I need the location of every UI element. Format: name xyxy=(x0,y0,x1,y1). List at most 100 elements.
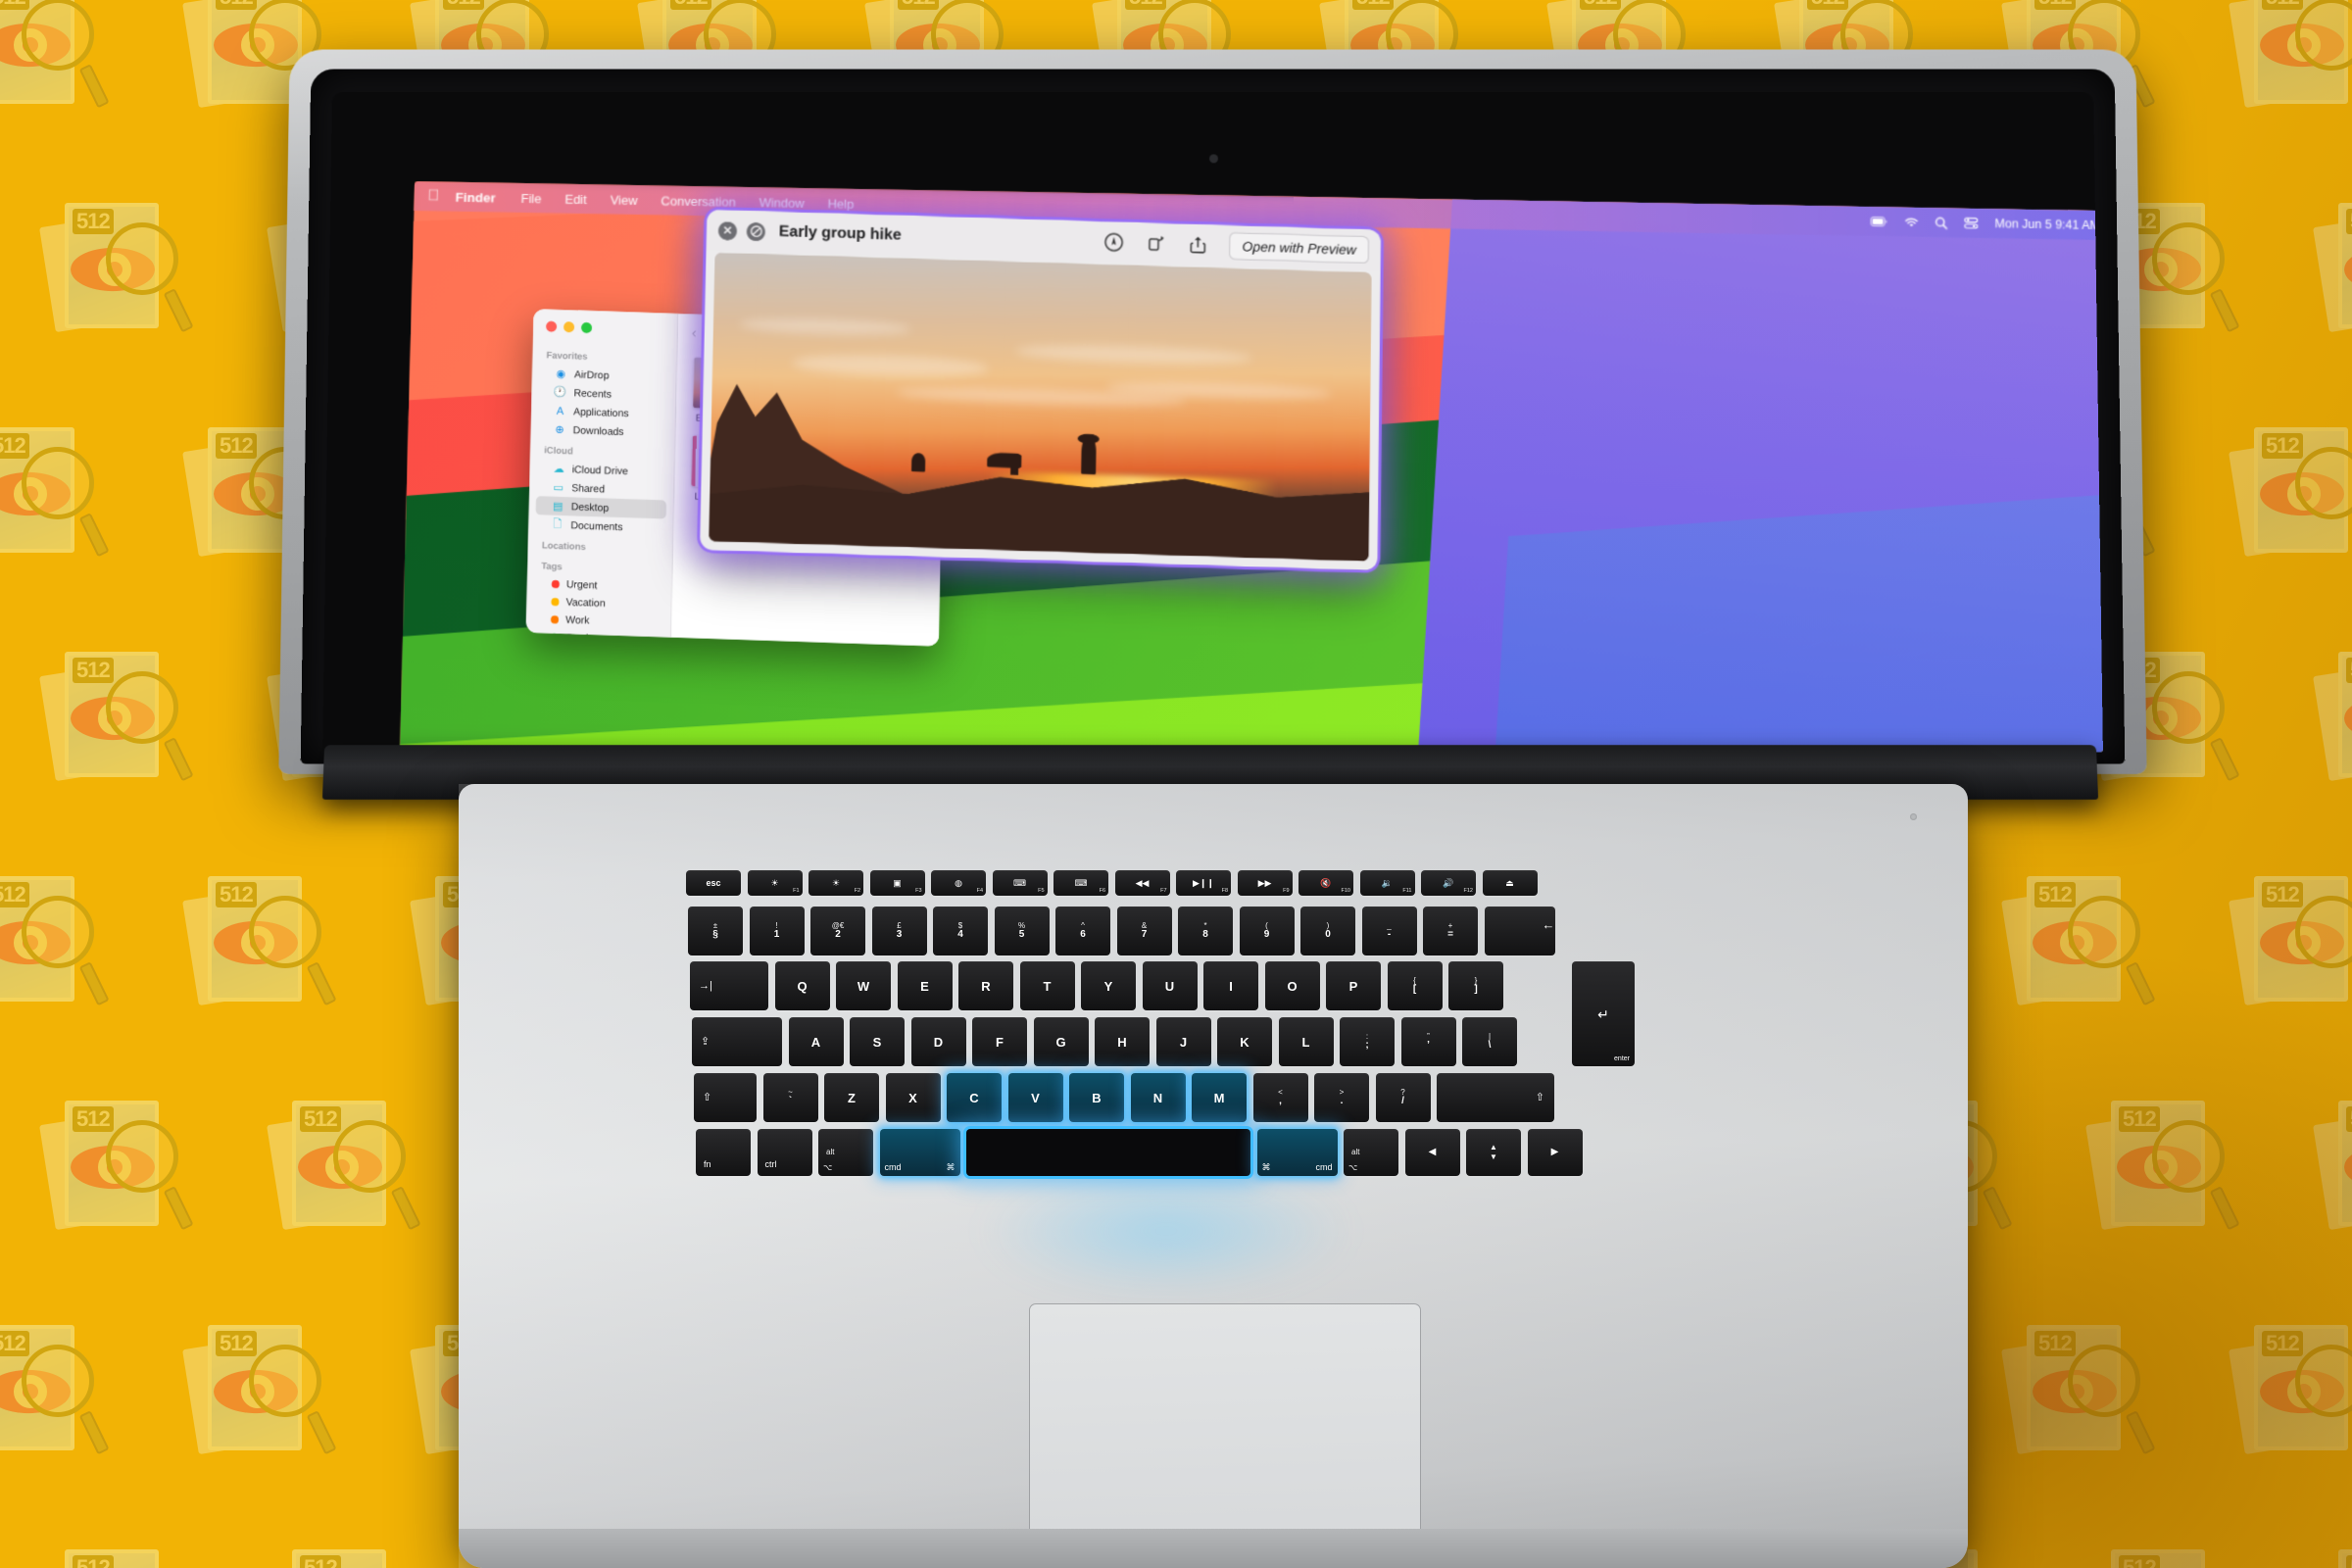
key-b[interactable]: B xyxy=(1069,1073,1124,1122)
key-u[interactable]: U xyxy=(1142,961,1198,1010)
menubar-clock[interactable]: Mon Jun 5 9:41 AM xyxy=(1995,217,2100,232)
close-icon[interactable]: ✕ xyxy=(717,220,738,240)
key-equals[interactable]: + = xyxy=(1423,906,1478,956)
search-icon[interactable] xyxy=(1936,217,1948,229)
close-button[interactable] xyxy=(546,320,558,332)
back-button[interactable]: ‹ xyxy=(692,324,697,341)
key-comma[interactable]: <, xyxy=(1252,1073,1308,1122)
apple-menu-icon[interactable]:  xyxy=(428,187,440,204)
key-backslash[interactable]: | \ xyxy=(1462,1017,1517,1066)
key-v[interactable]: V xyxy=(1007,1073,1063,1122)
key-space[interactable] xyxy=(966,1129,1250,1176)
key-f8-play-pause-icon[interactable]: ▶❙❙ F8 xyxy=(1176,870,1231,896)
key-bracket-right[interactable]: }] xyxy=(1448,961,1503,1010)
key-m[interactable]: M xyxy=(1192,1073,1247,1122)
key-i[interactable]: I xyxy=(1203,961,1258,1010)
key-semicolon[interactable]: :; xyxy=(1340,1017,1395,1066)
rotate-icon[interactable] xyxy=(1146,232,1167,255)
power-button[interactable] xyxy=(1910,813,1917,820)
key-f6-kb-backlight-up-icon[interactable]: ⌨ F6 xyxy=(1054,870,1108,896)
share-icon[interactable] xyxy=(1188,234,1209,257)
key-control[interactable]: ctrl xyxy=(757,1129,812,1176)
key-f1-brightness-down-icon[interactable]: ☀ F1 xyxy=(747,870,803,896)
menu-item-edit[interactable]: Edit xyxy=(564,191,587,206)
open-with-preview-button[interactable]: Open with Preview xyxy=(1229,231,1370,265)
key-4[interactable]: $4 xyxy=(933,906,988,956)
key-option-left[interactable]: alt ⌥ xyxy=(818,1129,873,1176)
key-command-right[interactable]: ⌘ cmd xyxy=(1256,1129,1338,1176)
key-fn[interactable]: fn xyxy=(696,1129,751,1176)
key-9[interactable]: (9 xyxy=(1239,906,1295,956)
key-z[interactable]: Z xyxy=(824,1073,879,1122)
key-arrow-left[interactable]: ◀ xyxy=(1404,1129,1460,1176)
menubar-app-name[interactable]: Finder xyxy=(455,189,495,205)
minimize-button[interactable] xyxy=(563,321,575,333)
menu-item-help[interactable]: Help xyxy=(828,196,855,211)
key-o[interactable]: O xyxy=(1264,961,1320,1010)
key-return[interactable]: ↵ enter xyxy=(1572,961,1635,1066)
wifi-icon[interactable] xyxy=(1905,217,1919,227)
key-f7-rewind-icon[interactable]: ◀◀ F7 xyxy=(1114,870,1170,896)
key-arrow-right[interactable]: ▶ xyxy=(1527,1129,1583,1176)
key-l[interactable]: L xyxy=(1278,1017,1334,1066)
key-h[interactable]: H xyxy=(1095,1017,1150,1066)
key-arrow-up-down[interactable]: ▲ ▼ xyxy=(1466,1129,1521,1176)
key-f[interactable]: F xyxy=(972,1017,1027,1066)
control-center-icon[interactable] xyxy=(1965,218,1979,229)
key-1[interactable]: ! 1 xyxy=(749,906,805,956)
key-esc[interactable]: esc xyxy=(686,870,741,896)
battery-icon[interactable] xyxy=(1871,217,1888,226)
key-f3-mission-control-icon[interactable]: ▣ F3 xyxy=(869,870,925,896)
key-command-left[interactable]: cmd ⌘ xyxy=(879,1129,960,1176)
quick-look-window[interactable]: ✕ Early group hike Open with Preview xyxy=(700,209,1382,571)
key-backtick[interactable]: ~ ` xyxy=(762,1073,818,1122)
key-shift-left[interactable]: ⇧ xyxy=(694,1073,757,1122)
key-f10-mute-icon[interactable]: 🔇 F10 xyxy=(1298,870,1353,896)
key-f9-fast-forward-icon[interactable]: ▶▶ F9 xyxy=(1237,870,1293,896)
key-6[interactable]: ^ 6 xyxy=(1055,906,1110,956)
key-f4-spotlight-icon[interactable]: ◍ F4 xyxy=(931,870,986,896)
key-section[interactable]: ± § xyxy=(688,906,743,956)
key-w[interactable]: W xyxy=(836,961,891,1010)
zoom-button[interactable] xyxy=(580,321,593,334)
key-quote[interactable]: ”’ xyxy=(1400,1017,1456,1066)
menu-item-view[interactable]: View xyxy=(611,192,638,207)
key-a[interactable]: A xyxy=(788,1017,844,1066)
key-t[interactable]: T xyxy=(1019,961,1075,1010)
key-f5-kb-backlight-down-icon[interactable]: ⌨ F5 xyxy=(992,870,1048,896)
key-3[interactable]: £3 xyxy=(871,906,927,956)
key-q[interactable]: Q xyxy=(774,961,830,1010)
key-2[interactable]: @€ 2 xyxy=(810,906,865,956)
key-option-right[interactable]: alt ⌥ xyxy=(1344,1129,1398,1176)
key-7[interactable]: & 7 xyxy=(1116,906,1172,956)
key-tab[interactable]: →| xyxy=(690,961,768,1010)
key-shift-right[interactable]: ⇧ xyxy=(1437,1073,1554,1122)
key-n[interactable]: N xyxy=(1130,1073,1186,1122)
key-delete[interactable]: ← xyxy=(1484,906,1555,956)
markup-icon[interactable] xyxy=(1103,231,1125,254)
fullscreen-toggle-icon[interactable] xyxy=(746,221,766,241)
key-minus[interactable]: _ - xyxy=(1361,906,1417,956)
key-f12-volume-up-icon[interactable]: 🔊 F12 xyxy=(1421,870,1476,896)
key-8[interactable]: * 8 xyxy=(1178,906,1233,956)
key-0[interactable]: ) 0 xyxy=(1300,906,1355,956)
key-slash[interactable]: ? / xyxy=(1375,1073,1431,1122)
key-d[interactable]: D xyxy=(910,1017,966,1066)
key-e[interactable]: E xyxy=(897,961,953,1010)
key-period[interactable]: >. xyxy=(1314,1073,1369,1122)
key-k[interactable]: K xyxy=(1217,1017,1272,1066)
key-f2-brightness-up-icon[interactable]: ☀ F2 xyxy=(808,870,863,896)
key-y[interactable]: Y xyxy=(1081,961,1136,1010)
key-s[interactable]: S xyxy=(850,1017,905,1066)
key-j[interactable]: J xyxy=(1155,1017,1211,1066)
key-p[interactable]: P xyxy=(1326,961,1381,1010)
key-g[interactable]: G xyxy=(1033,1017,1089,1066)
key-caps-lock[interactable]: ⇪ xyxy=(692,1017,782,1066)
key-f11-volume-down-icon[interactable]: 🔉 F11 xyxy=(1359,870,1415,896)
menu-item-file[interactable]: File xyxy=(520,191,541,206)
menu-item-window[interactable]: Window xyxy=(760,195,805,211)
menu-item-conversation[interactable]: Conversation xyxy=(661,193,736,209)
key-5[interactable]: % 5 xyxy=(994,906,1050,956)
key-r[interactable]: R xyxy=(958,961,1013,1010)
key-bracket-left[interactable]: {[ xyxy=(1387,961,1443,1010)
